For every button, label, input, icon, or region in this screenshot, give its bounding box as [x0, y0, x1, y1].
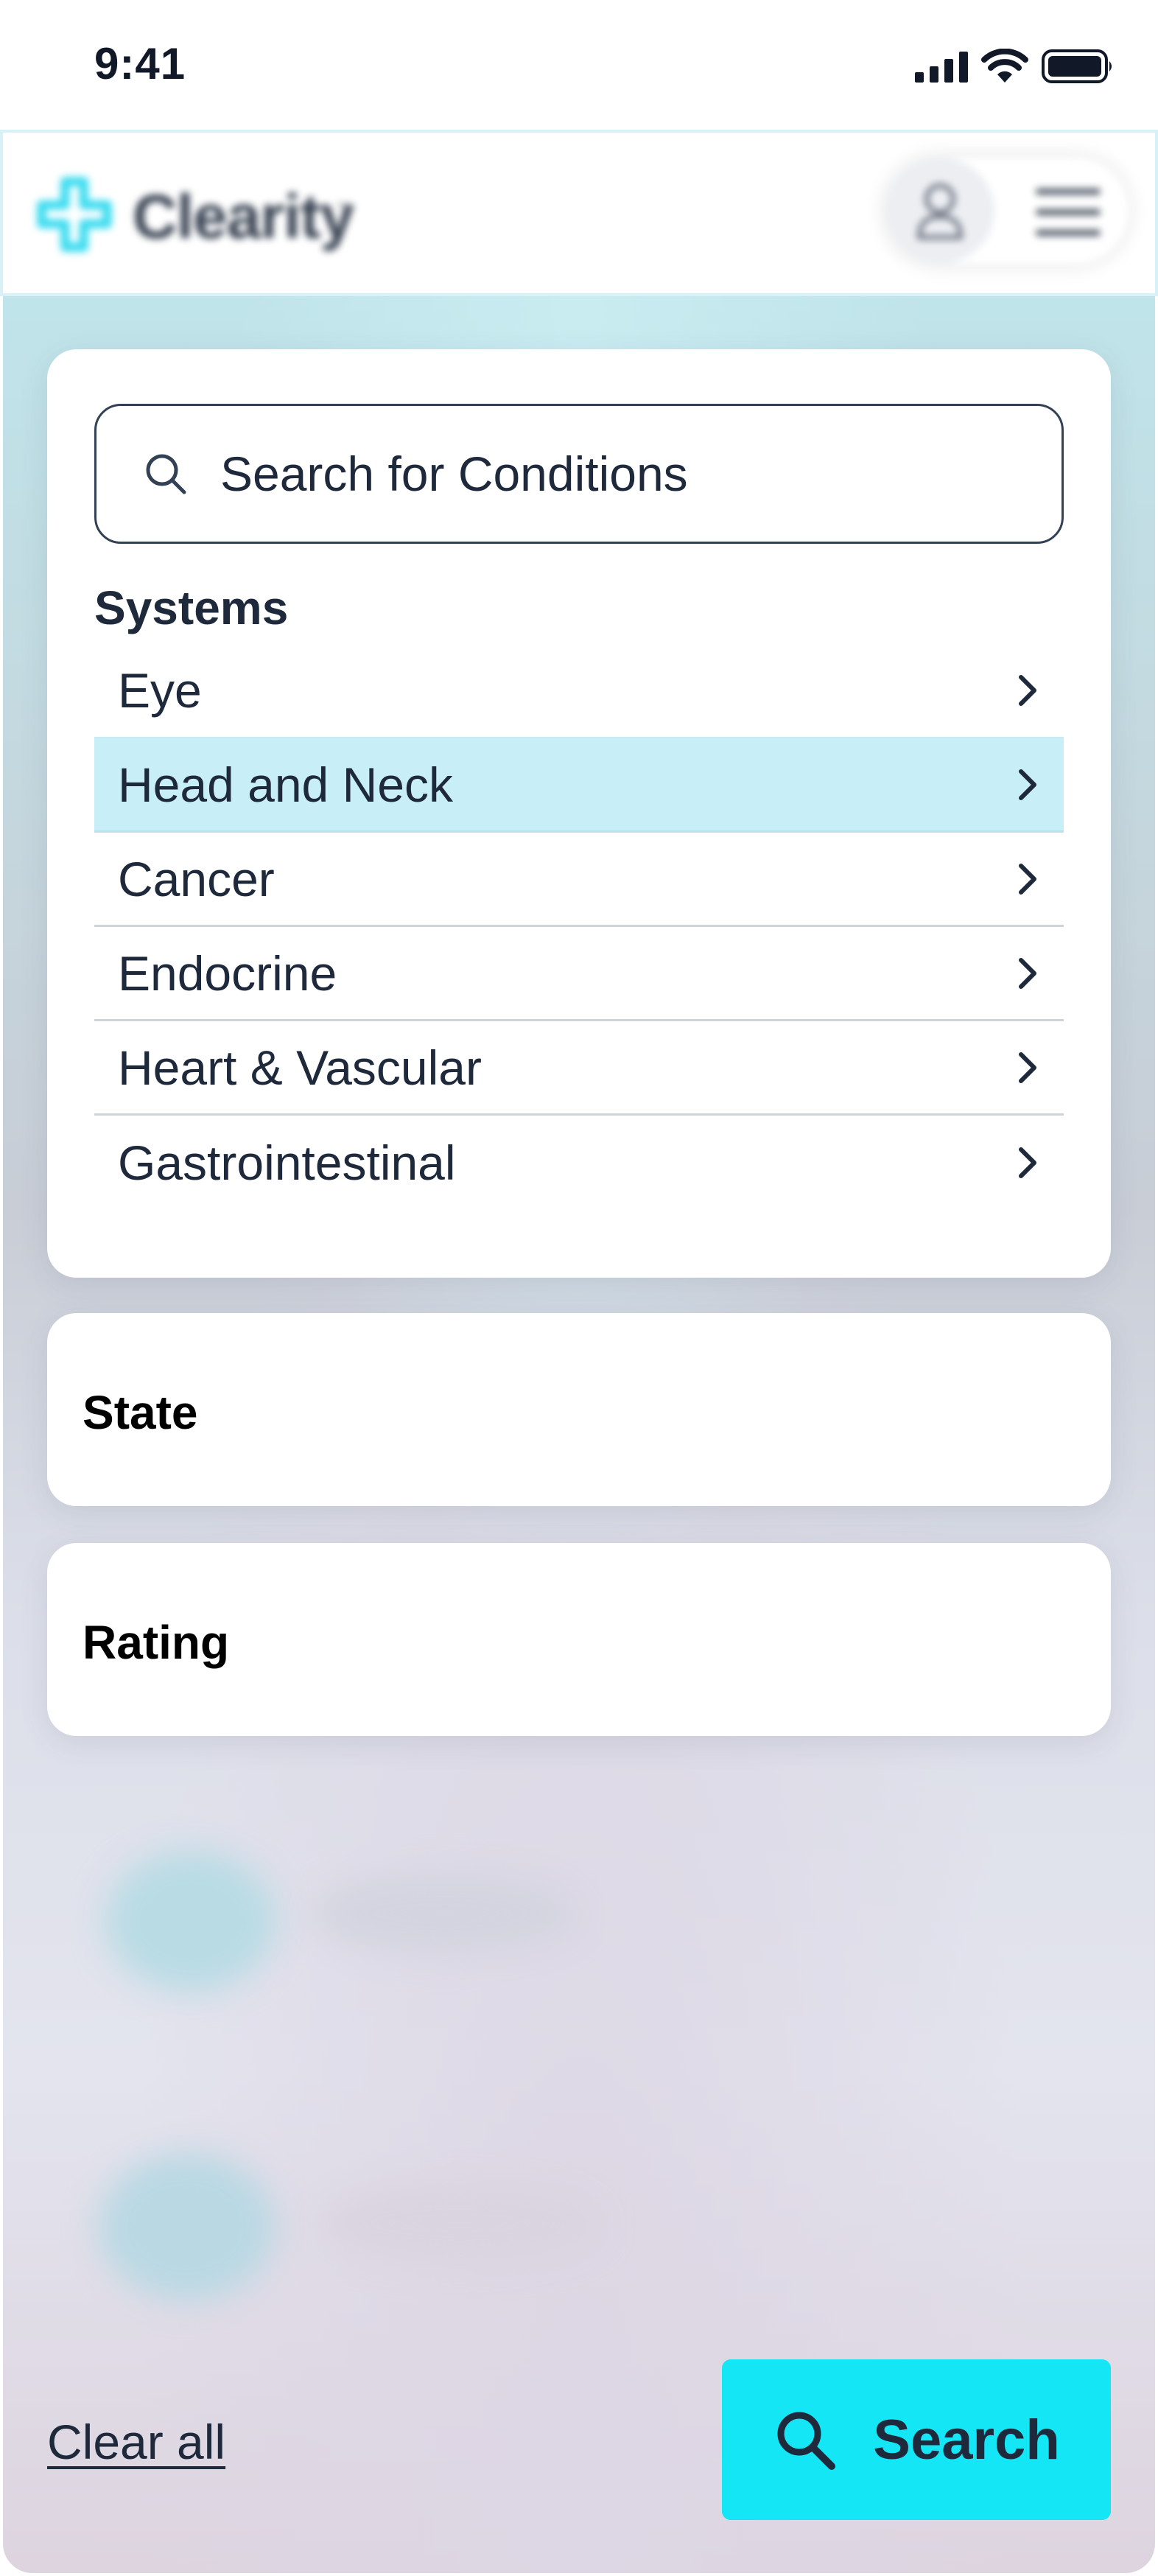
profile-button[interactable] — [885, 158, 994, 264]
brand-trademark: ™ — [336, 200, 351, 217]
system-item-label: Endocrine — [118, 945, 337, 1001]
user-icon — [916, 183, 964, 239]
app-header: Clearity ™ — [0, 130, 1158, 296]
system-item-label: Gastrointestinal — [118, 1135, 456, 1190]
system-item-label: Cancer — [118, 851, 275, 906]
chevron-right-icon — [1019, 769, 1036, 800]
system-item-cancer[interactable]: Cancer — [94, 833, 1064, 927]
systems-heading: Systems — [94, 581, 289, 634]
cellular-signal-icon — [915, 52, 968, 83]
battery-icon — [1042, 49, 1112, 83]
system-item-eye[interactable]: Eye — [94, 644, 1064, 738]
status-bar: 9:41 — [0, 0, 1158, 130]
search-icon — [146, 454, 186, 494]
system-item-heart-vascular[interactable]: Heart & Vascular — [94, 1021, 1064, 1116]
condition-search-input[interactable] — [220, 446, 957, 502]
systems-filter-card: Systems Eye Head and Neck Cancer Endocri… — [47, 349, 1111, 1278]
search-icon — [777, 2412, 836, 2470]
condition-search-field[interactable] — [94, 404, 1064, 544]
status-icons — [915, 46, 1115, 87]
clear-all-link[interactable]: Clear all — [47, 2414, 225, 2470]
system-item-endocrine[interactable]: Endocrine — [94, 927, 1064, 1021]
chevron-right-icon — [1019, 957, 1036, 989]
system-item-label: Head and Neck — [118, 757, 453, 812]
status-time: 9:41 — [94, 39, 186, 88]
rating-heading: Rating — [83, 1616, 230, 1669]
chevron-right-icon — [1019, 863, 1036, 895]
search-button[interactable]: Search — [722, 2359, 1111, 2520]
state-heading: State — [83, 1386, 198, 1439]
chevron-right-icon — [1019, 1051, 1036, 1083]
system-item-label: Eye — [118, 663, 202, 718]
logo-cross-icon — [37, 177, 112, 252]
chevron-right-icon — [1019, 675, 1036, 706]
systems-list: Eye Head and Neck Cancer Endocrine Heart… — [94, 644, 1064, 1210]
hamburger-menu-icon[interactable] — [1036, 189, 1101, 236]
state-filter-card[interactable]: State — [47, 1313, 1111, 1506]
system-item-label: Heart & Vascular — [118, 1040, 482, 1095]
system-item-gastrointestinal[interactable]: Gastrointestinal — [94, 1116, 1064, 1210]
brand-name: Clearity — [133, 182, 354, 251]
wifi-icon — [981, 49, 1028, 83]
search-button-label: Search — [873, 2408, 1060, 2471]
header-actions — [885, 158, 1129, 264]
chevron-right-icon — [1019, 1147, 1036, 1178]
system-item-head-and-neck[interactable]: Head and Neck — [94, 738, 1064, 833]
rating-filter-card[interactable]: Rating — [47, 1543, 1111, 1736]
